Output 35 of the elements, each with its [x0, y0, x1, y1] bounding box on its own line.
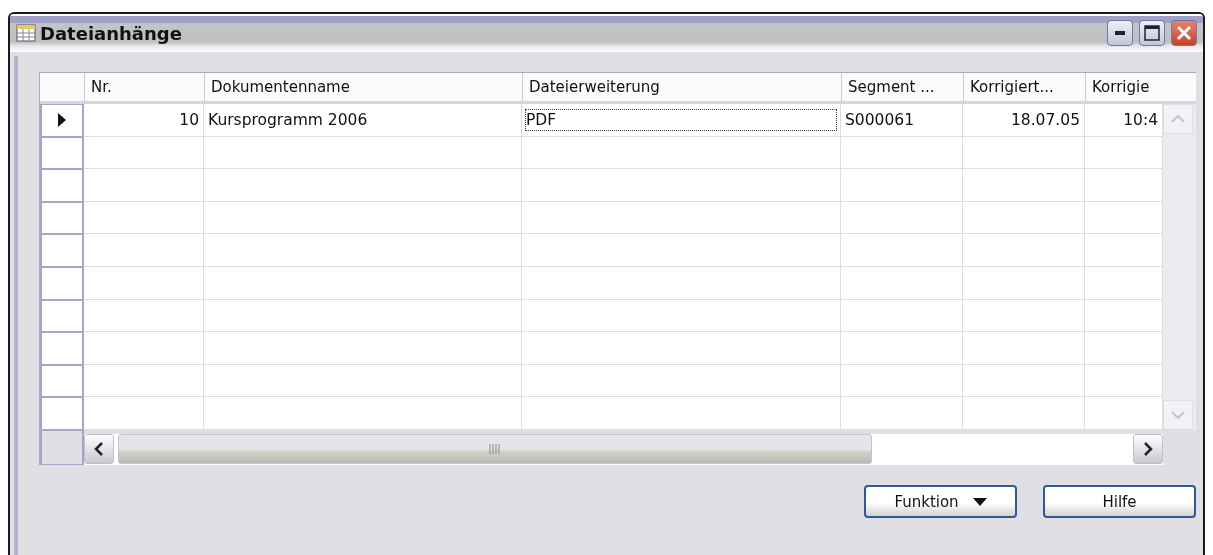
chevron-down-icon — [1171, 410, 1185, 419]
current-row-icon — [58, 113, 66, 128]
chevron-right-icon — [1143, 442, 1153, 457]
cell-text: S000061 — [845, 110, 914, 129]
column-header[interactable]: Segment ... — [841, 73, 963, 104]
grip-icon — [489, 444, 501, 455]
column-header[interactable]: Nr. — [84, 73, 204, 104]
minimize-button[interactable] — [1107, 20, 1133, 46]
column-header[interactable]: Korrigiert... — [963, 73, 1085, 104]
minimize-icon — [1115, 31, 1125, 35]
close-button[interactable] — [1171, 20, 1197, 46]
horizontal-scrollbar[interactable] — [84, 429, 1163, 465]
cell-text: Kursprogramm 2006 — [208, 110, 368, 129]
window-title: Dateianhänge — [40, 22, 183, 44]
vertical-scrollbar[interactable] — [1163, 104, 1196, 430]
maximize-icon — [1144, 25, 1160, 41]
scroll-thumb[interactable] — [118, 434, 872, 465]
function-menu-button[interactable]: Funktion — [864, 485, 1017, 518]
chevron-left-icon — [94, 442, 104, 457]
table-cell[interactable]: PDF — [526, 109, 836, 130]
close-icon — [1176, 25, 1192, 41]
cell-text: 18.07.05 — [1010, 110, 1080, 129]
cell-text: 10 — [179, 110, 199, 129]
scroll-right-button[interactable] — [1133, 434, 1163, 465]
maximize-button[interactable] — [1139, 20, 1165, 46]
scroll-up-button[interactable] — [1163, 104, 1193, 134]
column-header[interactable]: Dokumentenname — [204, 73, 522, 104]
scroll-left-button[interactable] — [84, 434, 114, 465]
help-button[interactable]: Hilfe — [1043, 485, 1196, 518]
column-header[interactable]: Dateierweiterung — [522, 73, 841, 104]
caret-icon — [972, 497, 987, 506]
table-icon — [16, 24, 36, 42]
column-header[interactable]: Korrigie — [1085, 73, 1163, 104]
chevron-up-icon — [1171, 115, 1185, 123]
cell-text: 10:4 — [1123, 110, 1158, 129]
